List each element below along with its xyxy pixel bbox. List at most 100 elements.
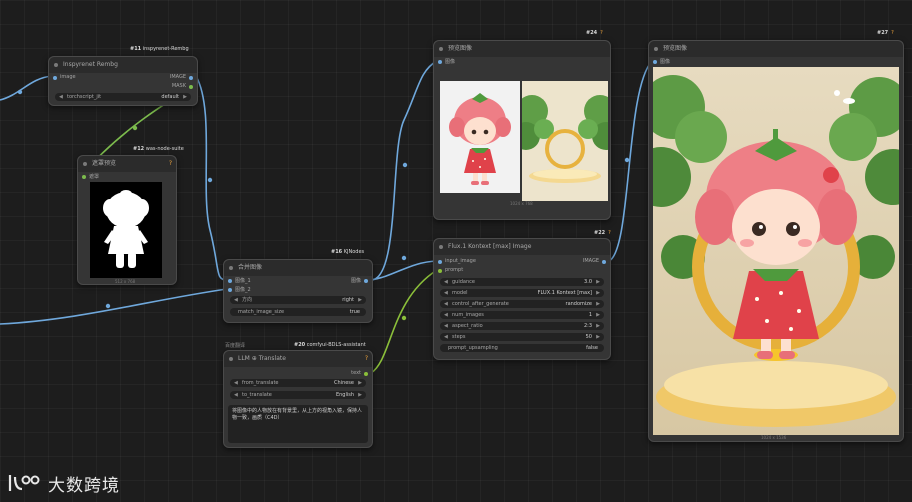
image-size-caption: 1024 x 768: [510, 201, 533, 206]
wire-combine-to-flux: [370, 260, 438, 281]
node-header[interactable]: 遮罩预览 ?: [78, 156, 176, 172]
arrow-left-icon[interactable]: ◀: [444, 289, 448, 297]
help-icon[interactable]: ?: [608, 230, 611, 236]
arrow-right-icon[interactable]: ▶: [358, 391, 362, 399]
arrow-left-icon[interactable]: ◀: [234, 391, 238, 399]
wire-midpoint-dot[interactable]: [105, 303, 111, 309]
node-header[interactable]: 预览图像: [434, 41, 610, 57]
help-icon[interactable]: ?: [365, 351, 368, 367]
input-label-input-image: input_image: [445, 258, 476, 264]
wire-input-to-rembg: [0, 75, 53, 101]
input-label-mask: 遮罩: [89, 174, 100, 180]
direction-widget[interactable]: ◀ 方向 right ▶: [230, 296, 366, 304]
arrow-left-icon[interactable]: ◀: [59, 93, 63, 101]
steps-widget[interactable]: ◀ steps 50 ▶: [440, 333, 604, 341]
arrow-left-icon[interactable]: ◀: [444, 322, 448, 330]
node-header[interactable]: Flux.1 Kontext [max] Image: [434, 239, 610, 255]
collapse-dot[interactable]: [83, 162, 87, 166]
input-socket-image[interactable]: [53, 76, 57, 80]
node-header[interactable]: Inspyrenet Rembg: [49, 57, 197, 73]
output-label-image: IMAGE: [169, 74, 186, 80]
node-title: 遮罩预览: [92, 160, 117, 167]
guidance-widget[interactable]: ◀ guidance 3.0 ▶: [440, 278, 604, 286]
model-select[interactable]: ◀ model FLUX.1 Kontext [max] ▶: [440, 289, 604, 297]
arrow-right-icon[interactable]: ▶: [358, 296, 362, 304]
collapse-dot[interactable]: [229, 357, 233, 361]
wire-input-to-combine: [0, 288, 228, 325]
generated-image: [653, 67, 899, 435]
node-id-badge: #24?: [586, 30, 603, 36]
collapse-dot[interactable]: [229, 266, 233, 270]
input-socket-image[interactable]: [438, 60, 442, 64]
control-after-generate-select[interactable]: ◀ control_after_generate randomize ▶: [440, 300, 604, 308]
arrow-right-icon[interactable]: ▶: [596, 278, 600, 286]
collapse-dot[interactable]: [654, 47, 658, 51]
arrow-right-icon[interactable]: ▶: [596, 311, 600, 319]
input-socket-input-image[interactable]: [438, 260, 442, 264]
preview-image-node-top[interactable]: 预览图像 图像 1024 x 768: [433, 40, 611, 220]
arrow-left-icon[interactable]: ◀: [444, 311, 448, 319]
input-socket-image-2[interactable]: [228, 288, 232, 292]
to-translate-select[interactable]: ◀ to_translate English ▶: [230, 391, 366, 399]
output-socket-mask[interactable]: [189, 85, 193, 89]
node-header[interactable]: 预览图像: [649, 41, 903, 57]
wire-midpoint-dot[interactable]: [207, 177, 213, 183]
from-translate-select[interactable]: ◀ from_translate Chinese ▶: [230, 379, 366, 387]
mask-preview-node[interactable]: 遮罩预览 ? 遮罩 512 x 768: [77, 155, 177, 285]
arrow-right-icon[interactable]: ▶: [358, 379, 362, 387]
wire-midpoint-dot[interactable]: [17, 89, 23, 95]
translate-node[interactable]: LLM ⊕ Translate ? text ◀ from_translate …: [223, 350, 373, 448]
image-combine-node[interactable]: 合并图像 图像_1 图像_2 图像 ◀ 方向 right ▶ match_ima…: [223, 259, 373, 323]
arrow-left-icon[interactable]: ◀: [234, 296, 238, 304]
output-socket-text[interactable]: [364, 372, 368, 376]
input-label-image-2: 图像_2: [235, 287, 251, 293]
arrow-left-icon[interactable]: ◀: [444, 333, 448, 341]
output-socket-image[interactable]: [189, 76, 193, 80]
collapse-dot[interactable]: [54, 63, 58, 67]
wire-midpoint-dot[interactable]: [401, 255, 407, 261]
output-label-image: IMAGE: [582, 258, 599, 264]
inspyrenet-rembg-node[interactable]: Inspyrenet Rembg image IMAGE MASK ◀ torc…: [48, 56, 198, 106]
node-canvas[interactable]: #11 inspyrenet-Rembg Inspyrenet Rembg im…: [0, 0, 912, 502]
input-socket-prompt[interactable]: [438, 269, 442, 273]
wire-midpoint-dot[interactable]: [402, 162, 408, 168]
wire-midpoint-dot[interactable]: [624, 157, 630, 163]
arrow-right-icon[interactable]: ▶: [596, 333, 600, 341]
collapse-dot[interactable]: [439, 47, 443, 51]
output-socket-image[interactable]: [602, 260, 606, 264]
arrow-left-icon[interactable]: ◀: [444, 300, 448, 308]
arrow-right-icon[interactable]: ▶: [596, 322, 600, 330]
scene-image: [522, 81, 608, 201]
arrow-left-icon[interactable]: ◀: [234, 379, 238, 387]
wire-midpoint-dot[interactable]: [132, 125, 138, 131]
wire-midpoint-dot[interactable]: [401, 315, 407, 321]
arrow-left-icon[interactable]: ◀: [444, 278, 448, 286]
node-header[interactable]: 合并图像: [224, 260, 372, 276]
input-socket-mask[interactable]: [82, 175, 86, 179]
num-images-widget[interactable]: ◀ num_images 1 ▶: [440, 311, 604, 319]
input-socket-image-1[interactable]: [228, 279, 232, 283]
logo-mark-icon: [8, 475, 40, 491]
flux-kontext-node[interactable]: Flux.1 Kontext [max] Image input_image p…: [433, 238, 611, 360]
image-size-caption: 512 x 768: [115, 279, 136, 284]
node-title: Flux.1 Kontext [max] Image: [448, 243, 532, 250]
character-image: [440, 81, 520, 193]
input-socket-image[interactable]: [653, 60, 657, 64]
output-socket-image[interactable]: [364, 279, 368, 283]
aspect-ratio-widget[interactable]: ◀ aspect_ratio 2:3 ▶: [440, 322, 604, 330]
prompt-textarea[interactable]: 将图像中的人物放在有背景里，从上方的视角入镜，保持人物一致，画质（C4D）: [228, 405, 368, 443]
arrow-right-icon[interactable]: ▶: [596, 289, 600, 297]
match-image-size-toggle[interactable]: match_image_size true: [230, 308, 366, 316]
node-header[interactable]: LLM ⊕ Translate ?: [224, 351, 372, 367]
help-icon[interactable]: ?: [169, 156, 172, 172]
help-icon[interactable]: ?: [600, 30, 603, 36]
preview-image-node-right[interactable]: 预览图像 图像 1024 x 1536: [648, 40, 904, 442]
node-title: Inspyrenet Rembg: [63, 61, 118, 68]
prompt-upsampling-toggle[interactable]: prompt_upsampling false: [440, 344, 604, 352]
collapse-dot[interactable]: [439, 245, 443, 249]
help-icon[interactable]: ?: [891, 30, 894, 36]
torchscript-widget[interactable]: ◀ torchscript_jit default ▶: [55, 93, 191, 101]
node-id-badge: #22?: [594, 230, 611, 236]
arrow-right-icon[interactable]: ▶: [596, 300, 600, 308]
arrow-right-icon[interactable]: ▶: [183, 93, 187, 101]
